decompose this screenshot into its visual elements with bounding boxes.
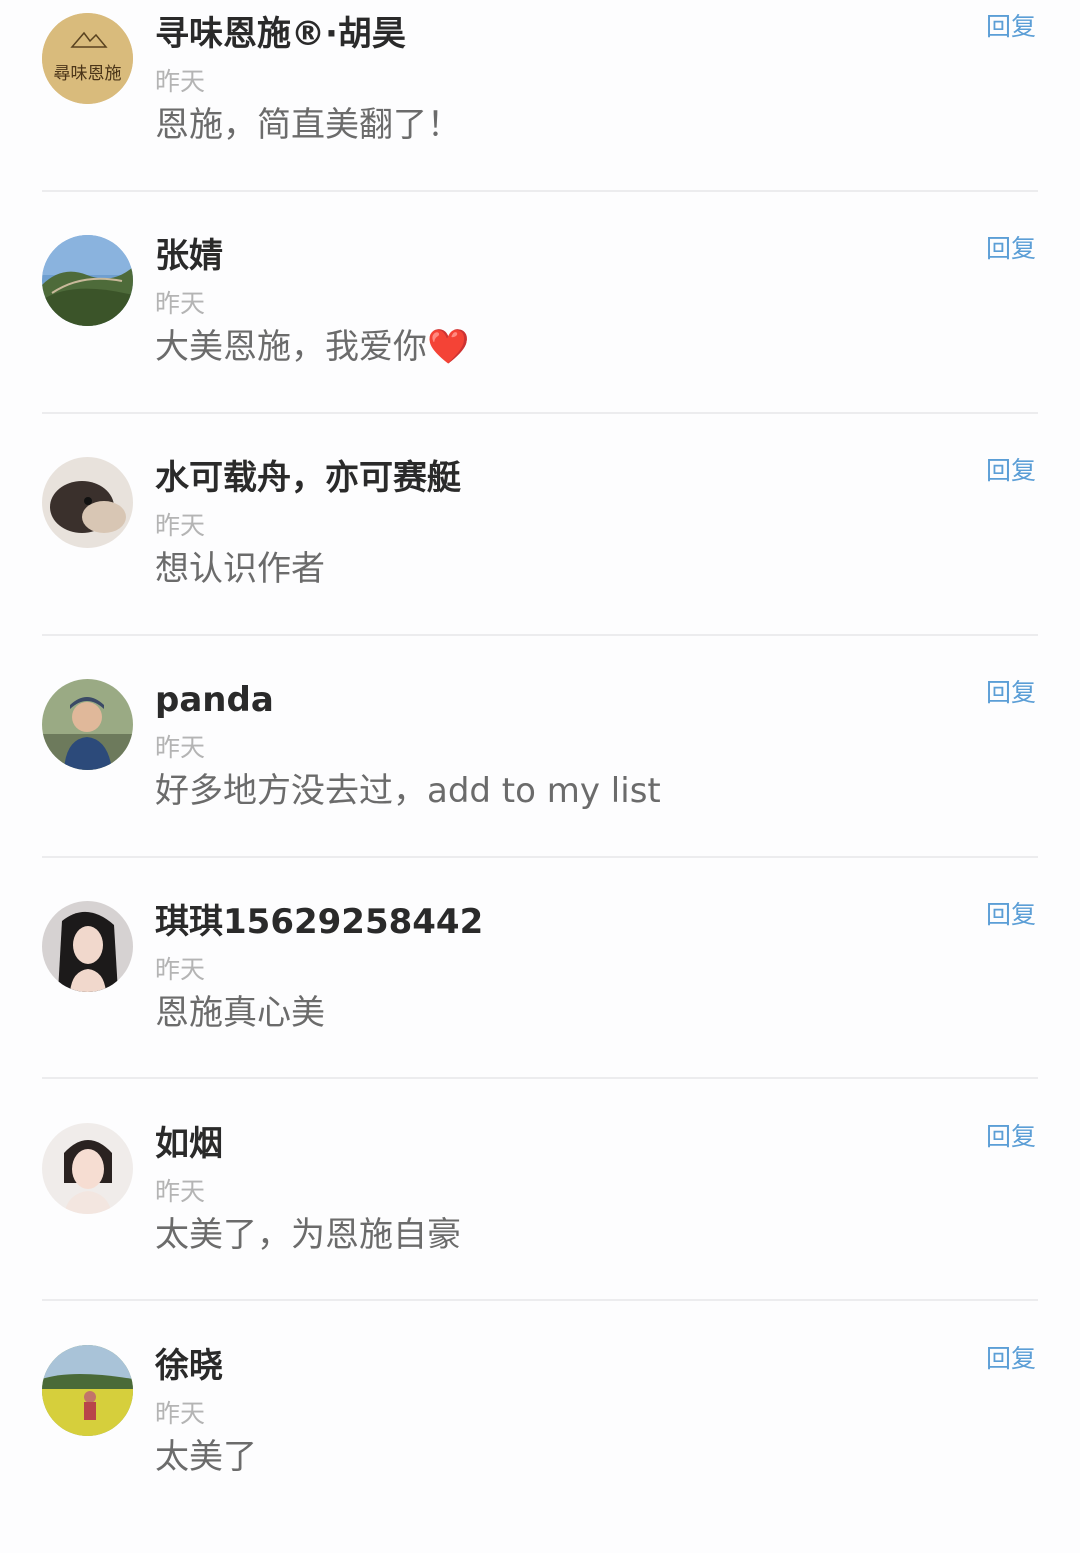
divider (42, 856, 1038, 858)
svg-text:尋味恩施: 尋味恩施 (54, 64, 122, 84)
divider (42, 1299, 1038, 1301)
comment-text: 恩施，简直美翻了！ (155, 105, 461, 145)
comment-text: 太美了 (155, 1437, 257, 1477)
reply-button[interactable]: 回复 (986, 1121, 1036, 1153)
avatar[interactable] (42, 457, 133, 548)
comment-time: 昨天 (155, 67, 206, 96)
person-avatar-image (42, 901, 133, 992)
commenter-name[interactable]: 寻味恩施®·胡昊 (155, 10, 406, 58)
commenter-name[interactable]: 水可载舟，亦可赛艇 (155, 454, 461, 502)
comment-item: 张婧 昨天 大美恩施，我爱你❤️ 回复 (0, 222, 1080, 443)
field-avatar-image (42, 1345, 133, 1436)
comment-item: 如烟 昨天 太美了，为恩施自豪 回复 (0, 1110, 1080, 1331)
comment-text: 大美恩施，我爱你❤️ (155, 327, 470, 367)
commenter-name[interactable]: 琪琪15629258442 (155, 898, 483, 946)
comment-text: 想认识作者 (155, 549, 325, 589)
avatar[interactable]: 尋味恩施 (42, 13, 133, 104)
reply-button[interactable]: 回复 (986, 11, 1036, 43)
avatar[interactable] (42, 901, 133, 992)
comment-text: 太美了，为恩施自豪 (155, 1215, 461, 1255)
commenter-name[interactable]: 徐晓 (155, 1342, 223, 1390)
reply-button[interactable]: 回复 (986, 899, 1036, 931)
commenter-name[interactable]: 张婧 (155, 232, 223, 280)
avatar[interactable] (42, 235, 133, 326)
reply-button[interactable]: 回复 (986, 677, 1036, 709)
commenter-name[interactable]: panda (155, 676, 274, 724)
pet-avatar-image (42, 457, 133, 548)
comment-time: 昨天 (155, 511, 206, 540)
reply-button[interactable]: 回复 (986, 1343, 1036, 1375)
comment-text: 恩施真心美 (155, 993, 325, 1033)
person-avatar-image (42, 1123, 133, 1214)
divider (42, 634, 1038, 636)
commenter-name[interactable]: 如烟 (155, 1120, 223, 1168)
comment-time: 昨天 (155, 1177, 206, 1206)
landscape-avatar-image (42, 235, 133, 326)
comment-time: 昨天 (155, 1399, 206, 1428)
divider (42, 412, 1038, 414)
comment-time: 昨天 (155, 955, 206, 984)
comment-text: 好多地方没去过，add to my list (155, 771, 661, 811)
comment-item: 水可载舟，亦可赛艇 昨天 想认识作者 回复 (0, 444, 1080, 665)
comment-time: 昨天 (155, 289, 206, 318)
avatar[interactable] (42, 679, 133, 770)
reply-button[interactable]: 回复 (986, 233, 1036, 265)
comment-item: 琪琪15629258442 昨天 恩施真心美 回复 (0, 888, 1080, 1109)
comment-item: panda 昨天 好多地方没去过，add to my list 回复 (0, 666, 1080, 887)
person-avatar-image (42, 679, 133, 770)
divider (42, 190, 1038, 192)
reply-button[interactable]: 回复 (986, 455, 1036, 487)
avatar[interactable] (42, 1123, 133, 1214)
logo-avatar-image: 尋味恩施 (42, 13, 133, 104)
comment-item: 徐晓 昨天 太美了 回复 (0, 1332, 1080, 1553)
divider (42, 1077, 1038, 1079)
avatar[interactable] (42, 1345, 133, 1436)
comment-item: 尋味恩施 寻味恩施®·胡昊 昨天 恩施，简直美翻了！ 回复 (0, 0, 1080, 221)
comment-time: 昨天 (155, 733, 206, 762)
